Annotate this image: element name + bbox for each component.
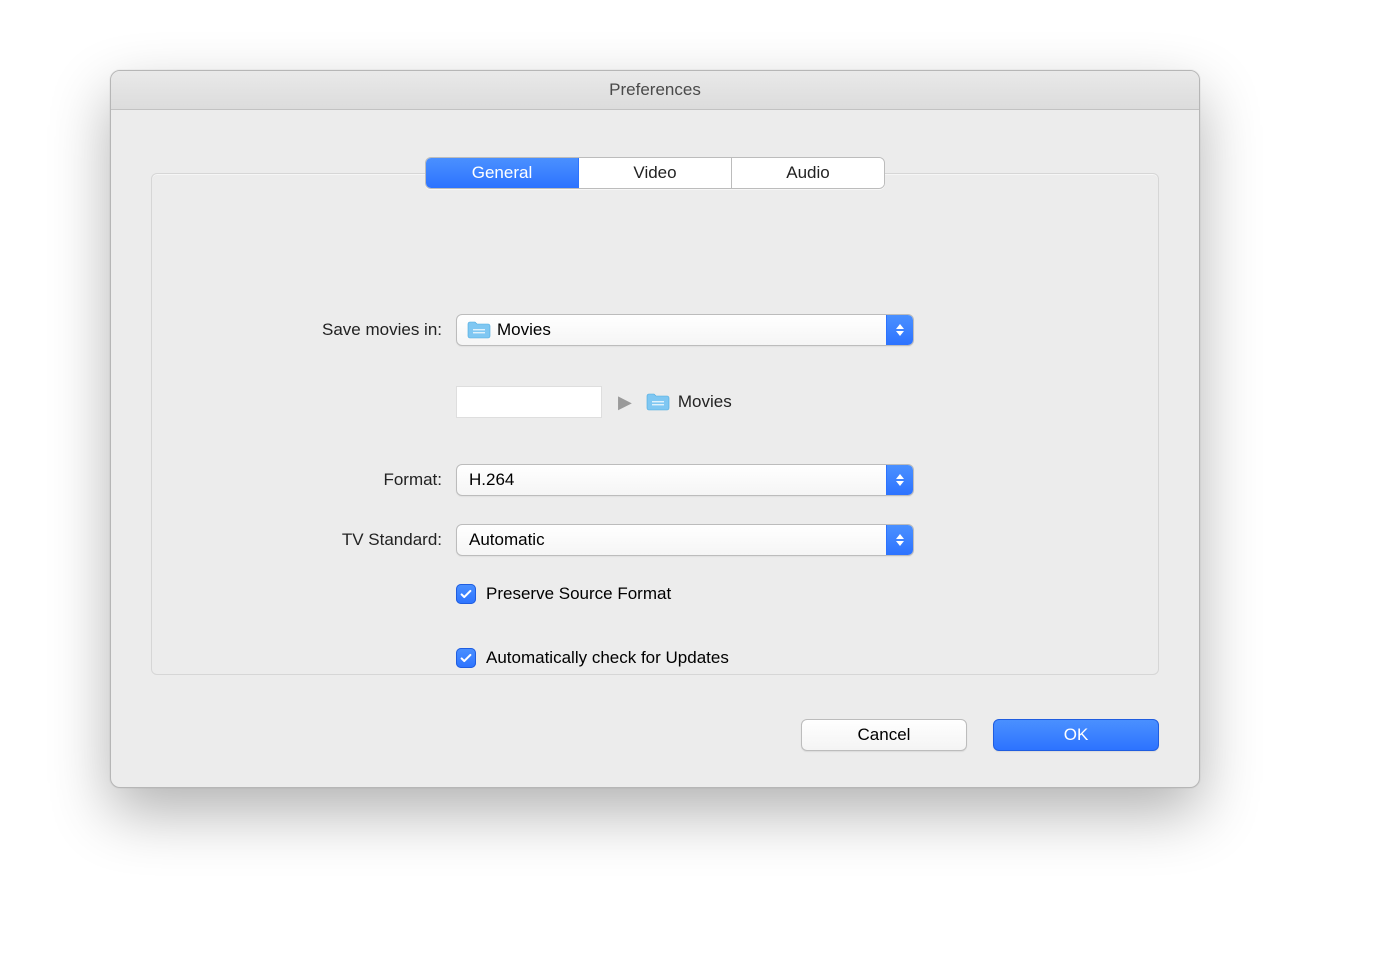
dialog-footer: Cancel OK xyxy=(801,719,1159,751)
tab-audio[interactable]: Audio xyxy=(732,158,884,188)
auto-update-checkbox[interactable] xyxy=(456,648,476,668)
folder-icon xyxy=(467,320,491,340)
folder-icon xyxy=(646,392,670,412)
save-folder-label: Save movies in: xyxy=(152,320,456,340)
tv-standard-value: Automatic xyxy=(457,530,886,550)
chevron-right-icon: ▶ xyxy=(618,392,632,413)
preferences-dialog: Preferences General Video Audio Save mov… xyxy=(110,70,1200,788)
breadcrumb-root[interactable] xyxy=(456,386,602,418)
breadcrumb-folder-name[interactable]: Movies xyxy=(678,392,732,412)
format-label: Format: xyxy=(152,470,456,490)
tv-standard-popup[interactable]: Automatic xyxy=(456,524,914,556)
save-folder-path: ▶ Movies xyxy=(456,386,732,418)
chevron-up-down-icon xyxy=(886,315,913,345)
save-folder-value: Movies xyxy=(491,320,886,340)
window-title: Preferences xyxy=(111,71,1199,110)
chevron-up-down-icon xyxy=(886,465,913,495)
preserve-source-label: Preserve Source Format xyxy=(486,584,671,604)
tab-general[interactable]: General xyxy=(426,158,579,188)
format-popup[interactable]: H.264 xyxy=(456,464,914,496)
save-folder-popup[interactable]: Movies xyxy=(456,314,914,346)
chevron-up-down-icon xyxy=(886,525,913,555)
tab-bar: General Video Audio xyxy=(111,157,1199,189)
settings-panel: Save movies in: Movies xyxy=(151,173,1159,675)
tab-video[interactable]: Video xyxy=(579,158,732,188)
format-value: H.264 xyxy=(457,470,886,490)
auto-update-label: Automatically check for Updates xyxy=(486,648,729,668)
ok-button[interactable]: OK xyxy=(993,719,1159,751)
cancel-button[interactable]: Cancel xyxy=(801,719,967,751)
preserve-source-checkbox[interactable] xyxy=(456,584,476,604)
tv-standard-label: TV Standard: xyxy=(152,530,456,550)
